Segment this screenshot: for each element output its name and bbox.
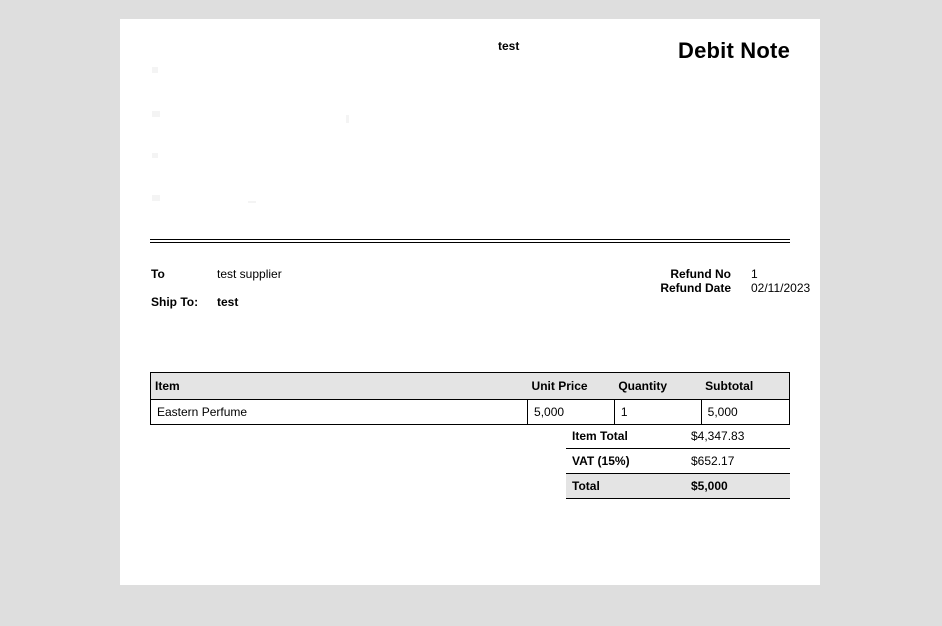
ship-to-label: Ship To: [151, 295, 199, 309]
debit-note-page: test Debit Note To test supplier Ship To… [120, 19, 820, 585]
item-total-value: $4,347.83 [691, 429, 745, 443]
item-total-row: Item Total $4,347.83 [566, 424, 790, 449]
header-divider [150, 239, 790, 243]
refund-no-value: 1 [751, 267, 758, 281]
refund-date-label: Refund Date [660, 281, 731, 295]
refund-no-row: Refund No 1 [590, 267, 790, 281]
grand-total-row: Total $5,000 [566, 474, 790, 499]
company-name: test [498, 39, 520, 53]
header-quantity: Quantity [614, 372, 702, 400]
refund-date-value: 02/11/2023 [751, 281, 811, 295]
cell-quantity: 1 [613, 399, 702, 425]
vat-value: $652.17 [691, 454, 735, 468]
header-item: Item [149, 372, 528, 400]
items-header-row: Item Unit Price Quantity Subtotal [149, 372, 791, 400]
header-unit-price: Unit Price [527, 372, 615, 400]
total-value: $5,000 [691, 479, 728, 493]
item-total-label: Item Total [572, 429, 628, 443]
items-table: Item Unit Price Quantity Subtotal Easter… [149, 372, 791, 425]
refund-meta: Refund No 1 Refund Date 02/11/2023 [590, 267, 811, 295]
to-label: To [151, 267, 165, 281]
refund-date-row: Refund Date 02/11/2023 [590, 281, 811, 295]
refund-no-label: Refund No [670, 267, 731, 281]
totals-block: Item Total $4,347.83 VAT (15%) $652.17 T… [566, 424, 790, 499]
to-value: test supplier [217, 267, 282, 281]
vat-label: VAT (15%) [572, 454, 630, 468]
header-subtotal: Subtotal [701, 372, 791, 400]
faint-logo-area [150, 59, 350, 209]
cell-unit-price: 5,000 [527, 399, 615, 425]
document-title: Debit Note [678, 38, 790, 63]
cell-subtotal: 5,000 [700, 399, 791, 425]
cell-item: Eastern Perfume [149, 399, 529, 425]
ship-to-value: test [217, 295, 239, 309]
total-label: Total [572, 479, 600, 493]
table-row: Eastern Perfume 5,000 1 5,000 [149, 399, 791, 425]
vat-row: VAT (15%) $652.17 [566, 449, 790, 474]
